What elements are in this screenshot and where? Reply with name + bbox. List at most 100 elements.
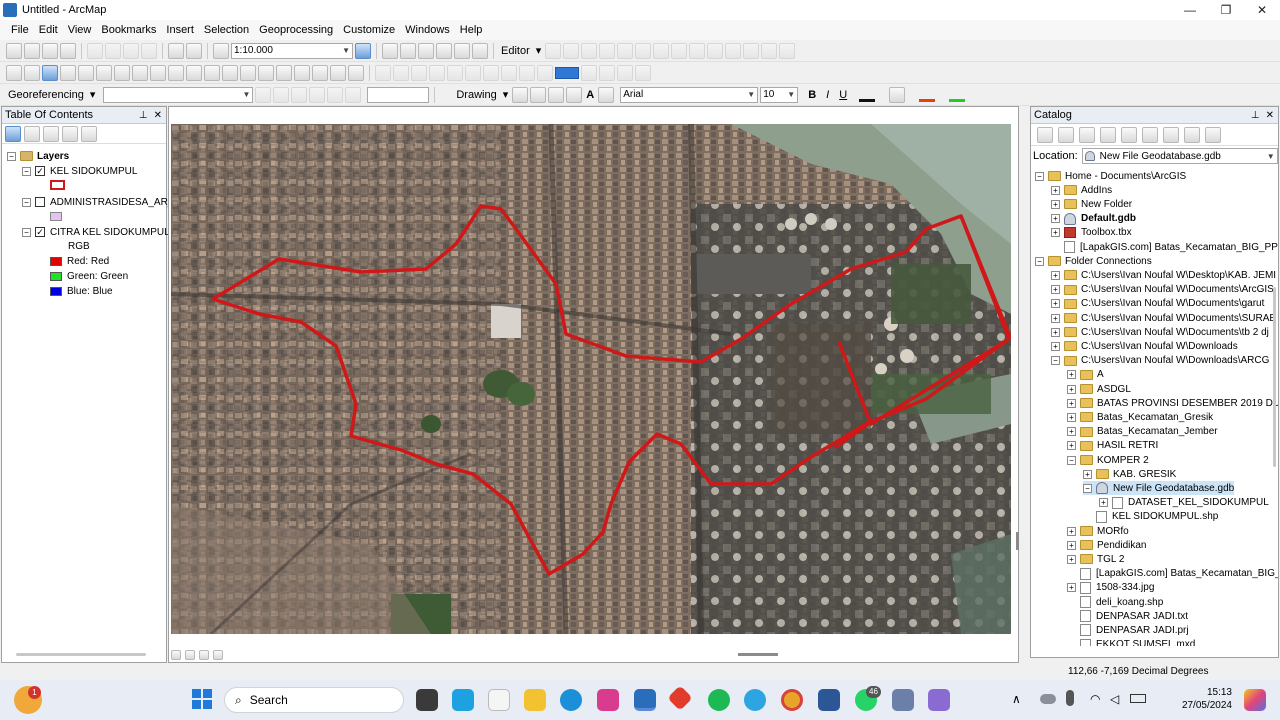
text-tool-icon[interactable]: A [584,89,596,101]
sketch-properties-icon[interactable] [761,42,778,59]
toc-window-icon[interactable] [400,42,416,59]
copy-icon[interactable] [105,42,121,59]
select-elements-pointer-icon[interactable] [512,86,529,103]
catalog-item[interactable]: + C:\Users\Ivan Noufal W\Documents\tb 2 d… [1051,325,1269,339]
marker-color-icon[interactable] [949,88,966,102]
new-document-icon[interactable] [6,42,22,59]
taskbar-search[interactable]: ⌕ Search [224,687,404,713]
catalog-item[interactable]: − Home - Documents\ArcGIS [1035,169,1186,183]
menu-geoprocessing[interactable]: Geoprocessing [254,24,338,36]
expand-icon[interactable]: + [1051,185,1060,195]
battery-icon[interactable] [1130,694,1146,703]
layer-symbol[interactable] [50,178,65,192]
font-combo[interactable]: Arial ▼ [620,86,759,103]
catalog-item[interactable]: + HASIL RETRI [1067,439,1158,453]
expand-icon[interactable]: + [1067,370,1076,380]
change-layout-icon[interactable] [617,64,633,81]
list-by-visibility-icon[interactable] [43,125,59,142]
viewer-window-icon[interactable] [348,64,364,81]
satellite-imagery[interactable] [171,124,1011,634]
catalog-item[interactable]: + TGL 2 [1067,552,1124,566]
add-control-points-icon[interactable] [309,86,326,103]
menu-selection[interactable]: Selection [199,24,254,36]
pause-drawing-icon[interactable] [213,650,223,660]
editor-menu[interactable]: Editor [499,45,532,57]
time-slider-icon[interactable] [330,64,346,81]
endpoint-arc-icon[interactable] [599,42,616,59]
catalog-item[interactable]: + Batas_Kecamatan_Gresik [1067,410,1213,424]
expand-icon[interactable]: + [1067,427,1076,437]
open-icon[interactable] [24,42,40,59]
editor-toolbar-icon[interactable] [355,42,371,59]
microphone-icon[interactable] [1066,690,1074,706]
list-by-source-icon[interactable] [24,125,40,142]
zoom-percent-icon[interactable] [537,64,553,81]
rectangle-icon[interactable] [566,86,583,103]
zoom-in-icon[interactable] [6,64,22,81]
cut-polygons-icon[interactable] [689,42,706,59]
expand-icon[interactable]: + [1051,228,1060,238]
python-window-icon[interactable] [454,42,470,59]
catalog-item[interactable]: − C:\Users\Ivan Noufal W\Downloads\ARCG [1051,354,1269,368]
telegram-icon[interactable] [744,689,766,711]
fixed-zoom-out-icon[interactable] [96,64,112,81]
select-elements-icon[interactable] [186,64,202,81]
menu-file[interactable]: File [6,24,34,36]
close-icon[interactable]: ✕ [154,110,162,121]
collapse-icon[interactable]: − [22,166,31,176]
forward-extent-icon[interactable] [132,64,148,81]
expand-icon[interactable]: + [1067,554,1076,564]
expand-icon[interactable]: + [1099,498,1108,508]
maximize-button[interactable]: ❐ [1208,0,1244,20]
layout-zoom-in-icon[interactable] [375,64,391,81]
catalog-item[interactable]: + Toolbox.tbx [1051,226,1132,240]
expand-icon[interactable]: + [1067,540,1076,550]
go-to-xy-icon[interactable] [312,64,328,81]
layer-kel-sidokumpul[interactable]: − ✓ KEL SIDOKUMPUL [22,164,137,178]
map-scale-combo[interactable]: 1:10.000 ▼ [231,42,353,59]
forward-icon[interactable] [1058,126,1074,143]
georeferencing-menu[interactable]: Georeferencing [6,89,86,101]
catalog-item[interactable]: deli_koang.shp [1067,595,1163,609]
location-combo[interactable]: New File Geodatabase.gdb ▼ [1081,148,1278,164]
full-extent-icon[interactable] [60,64,76,81]
expand-icon[interactable]: + [1067,384,1076,394]
catalog-item[interactable]: + MORfo [1067,524,1129,538]
expand-icon[interactable]: + [1051,199,1060,209]
catalog-item[interactable]: KEL SIDOKUMPUL.shp [1083,510,1218,524]
horizontal-scrollbar[interactable] [16,653,146,656]
home-icon[interactable] [1100,126,1116,143]
layer-citra[interactable]: − ✓ CITRA KEL SIDOKUMPUL. [22,225,172,239]
catalog-scrollbar[interactable] [1273,287,1276,467]
cut-icon[interactable] [87,42,103,59]
map-view[interactable] [171,124,1011,634]
catalog-item[interactable]: + DATASET_KEL_SIDOKUMPUL [1099,496,1269,510]
edit-vertices-drawing-icon[interactable] [598,86,615,103]
color-swatch[interactable] [555,66,579,79]
data-driven-pages-icon[interactable] [635,64,651,81]
onedrive-icon[interactable] [1040,694,1056,704]
zoom-out-icon[interactable] [24,64,40,81]
catalog-item[interactable]: +1508-334.jpg [1067,581,1154,595]
close-icon[interactable]: ✕ [1266,110,1274,121]
notification-center-icon[interactable] [1244,689,1266,711]
back-extent-icon[interactable] [114,64,130,81]
rotate-element-icon[interactable] [530,86,547,103]
collapse-icon[interactable]: − [1035,256,1044,266]
layout-view-icon[interactable] [185,650,195,660]
checkbox-checked-icon[interactable]: ✓ [35,166,45,176]
edit-vertices-icon[interactable] [653,42,670,59]
identify-icon[interactable] [204,64,220,81]
views-icon[interactable] [1142,126,1158,143]
line-color-icon[interactable] [919,88,936,102]
expand-icon[interactable]: + [1067,398,1076,408]
zoom-whole-page-icon[interactable] [429,64,445,81]
redo-icon[interactable] [186,42,202,59]
split-icon[interactable] [707,42,724,59]
straight-segment-icon[interactable] [581,42,598,59]
layout-forward-icon[interactable] [519,64,535,81]
fixed-zoom-in-icon[interactable] [78,64,94,81]
checkbox-checked-icon[interactable]: ✓ [35,227,45,237]
menu-bookmarks[interactable]: Bookmarks [96,24,161,36]
toc-options-icon[interactable] [81,125,97,142]
